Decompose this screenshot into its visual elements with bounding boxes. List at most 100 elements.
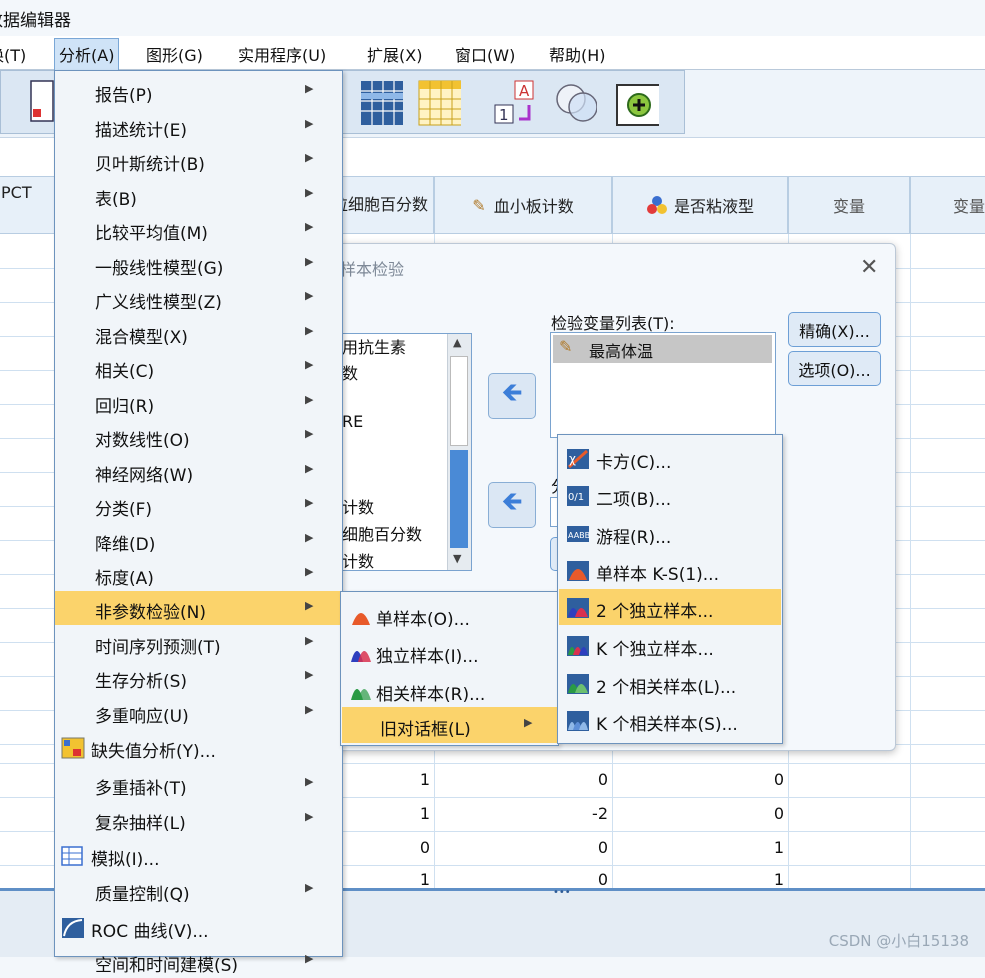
value-labels-icon[interactable]: A 1 <box>493 79 537 127</box>
menu-item-mixed-models[interactable]: 混合模型(X) ▶ <box>55 316 341 350</box>
move-to-test-list-button[interactable]: 🡸 <box>488 373 536 419</box>
menu-analyze[interactable]: 分析(A) <box>54 38 120 72</box>
menu-item-simulation[interactable]: 模拟(I)... <box>55 838 341 872</box>
source-variable-item[interactable]: 用抗生素 <box>342 334 406 358</box>
menu-item-survival[interactable]: 生存分析(S) ▶ <box>55 660 341 694</box>
data-cell[interactable]: 0 <box>510 838 608 857</box>
add-extension-icon[interactable] <box>615 83 659 131</box>
menu-item-loglinear[interactable]: 对数线性(O) ▶ <box>55 419 341 453</box>
column-header[interactable]: ✎ 血小板计数 <box>434 176 612 234</box>
source-variable-item[interactable]: RE <box>342 412 363 431</box>
menu-item-regression[interactable]: 回归(R) ▶ <box>55 385 341 419</box>
scroll-track-fill <box>450 450 468 548</box>
menu-item-generalized-linear[interactable]: 广义线性模型(Z) ▶ <box>55 281 341 315</box>
close-icon[interactable]: ✕ <box>860 255 878 280</box>
menu-item-quality-control[interactable]: 质量控制(Q) ▶ <box>55 873 341 907</box>
menu-item-multiple-imputation[interactable]: 多重插补(T) ▶ <box>55 767 341 801</box>
menu-item-k-related-samples[interactable]: K 个相关样本(S)... <box>559 702 781 738</box>
menu-item-compare-means[interactable]: 比较平均值(M) ▶ <box>55 212 341 246</box>
menu-help[interactable]: 帮助(H) <box>549 42 606 66</box>
options-button[interactable]: 选项(O)... <box>788 351 881 386</box>
menu-item-glm[interactable]: 一般线性模型(G) ▶ <box>55 247 341 281</box>
menu-item-label: 复杂抽样(L) <box>95 814 186 834</box>
column-header[interactable]: 是否粘液型 <box>612 176 788 234</box>
data-cell[interactable]: 0 <box>690 804 784 823</box>
data-cell[interactable]: 1 <box>340 870 430 889</box>
menu-item-label: K 个独立样本... <box>596 640 714 660</box>
one-sample-icon <box>352 613 370 625</box>
menu-item-multiple-response[interactable]: 多重响应(U) ▶ <box>55 695 341 729</box>
column-header[interactable]: 变量 <box>788 176 910 234</box>
data-cell[interactable]: 1 <box>340 770 430 789</box>
menu-item-forecasting[interactable]: 时间序列预测(T) ▶ <box>55 626 341 660</box>
splitter-handle[interactable]: ••• <box>553 887 571 898</box>
menu-item-related-samples[interactable]: 相关样本(R)... <box>342 672 557 708</box>
menu-item-spatial-temporal[interactable]: 空间和时间建模(S) ▶ <box>55 944 341 978</box>
column-header[interactable]: 变量 <box>910 176 985 234</box>
window-title: 数据编辑器 <box>0 0 985 36</box>
menu-item-label: 独立样本(I)... <box>376 647 479 667</box>
menu-item-label: 模拟(I)... <box>91 850 160 870</box>
insert-variable-icon[interactable] <box>417 79 461 127</box>
scroll-down-icon[interactable]: ▼ <box>453 552 461 565</box>
menu-item-chi-square[interactable]: χ 卡方(C)... <box>559 440 781 476</box>
menu-item-classify[interactable]: 分类(F) ▶ <box>55 488 341 522</box>
menu-item-k-independent-samples[interactable]: K 个独立样本... <box>559 627 781 663</box>
source-variable-item[interactable]: 数 <box>342 360 358 384</box>
menu-bar: 换(T) 分析(A) 图形(G) 实用程序(U) 扩展(X) 窗口(W) 帮助(… <box>0 36 985 72</box>
watermark: CSDN @小白15138 <box>828 932 969 950</box>
menu-graphs[interactable]: 图形(G) <box>146 42 203 66</box>
source-variable-item[interactable]: 计数 <box>342 494 374 518</box>
menu-item-roc-curve[interactable]: ROC 曲线(V)... <box>55 910 341 944</box>
menu-item-dimension-reduction[interactable]: 降维(D) ▶ <box>55 523 341 557</box>
menu-item-nonparametric[interactable]: 非参数检验(N) ▶ <box>55 591 341 625</box>
data-cell[interactable]: 1 <box>690 870 784 889</box>
use-variable-sets-icon[interactable] <box>553 79 597 127</box>
menu-item-correlate[interactable]: 相关(C) ▶ <box>55 350 341 384</box>
menu-extensions[interactable]: 扩展(X) <box>367 42 422 66</box>
menu-item-label: 报告(P) <box>95 86 153 106</box>
menu-window[interactable]: 窗口(W) <box>455 42 515 66</box>
data-cell[interactable]: 1 <box>690 838 784 857</box>
menu-item-bayesian[interactable]: 贝叶斯统计(B) ▶ <box>55 143 341 177</box>
menu-item-complex-samples[interactable]: 复杂抽样(L) ▶ <box>55 802 341 836</box>
data-cell[interactable]: 0 <box>510 770 608 789</box>
scroll-up-icon[interactable]: ▲ <box>453 336 461 349</box>
menu-item-label: 一般线性模型(G) <box>95 259 224 279</box>
menu-utilities[interactable]: 实用程序(U) <box>238 42 326 66</box>
menu-item-independent-samples[interactable]: 独立样本(I)... <box>342 634 557 670</box>
menu-item-two-related-samples[interactable]: 2 个相关样本(L)... <box>559 665 781 701</box>
svg-text:χ: χ <box>569 452 576 466</box>
menu-item-reports[interactable]: 报告(P) ▶ <box>55 74 341 108</box>
menu-item-binomial[interactable]: 0/1 二项(B)... <box>559 477 781 513</box>
column-header-label: 变量 <box>832 197 865 216</box>
menu-item-scale[interactable]: 标度(A) ▶ <box>55 557 341 591</box>
column-header-label: PCT <box>1 183 32 202</box>
source-variable-item[interactable]: 细胞百分数 <box>342 521 422 545</box>
menu-item-descriptive[interactable]: 描述统计(E) ▶ <box>55 109 341 143</box>
source-variable-item[interactable]: 计数 <box>342 548 374 572</box>
svg-text:1: 1 <box>499 106 509 124</box>
data-cell[interactable]: 1 <box>340 804 430 823</box>
data-cell[interactable]: -2 <box>510 804 608 823</box>
column-header-label: 血小板计数 <box>493 197 574 216</box>
runs-icon: AABB <box>567 526 590 542</box>
data-cell[interactable]: 0 <box>690 770 784 789</box>
scrollbar[interactable]: ▲ ▼ <box>447 334 471 570</box>
menu-item-runs[interactable]: AABB 游程(R)... <box>559 515 781 551</box>
menu-item-one-sample-ks[interactable]: 单样本 K-S(1)... <box>559 552 781 588</box>
menu-item-tables[interactable]: 表(B) ▶ <box>55 178 341 212</box>
move-to-grouping-button[interactable]: 🡸 <box>488 482 536 528</box>
menu-item-neural-networks[interactable]: 神经网络(W) ▶ <box>55 454 341 488</box>
menu-item-legacy-dialogs[interactable]: 旧对话框(L) ▶ <box>342 707 557 743</box>
data-cell[interactable]: 0 <box>340 838 430 857</box>
column-header[interactable]: PCT <box>0 176 56 234</box>
insert-cases-icon[interactable] <box>359 79 403 127</box>
menu-transform[interactable]: 换(T) <box>0 42 26 66</box>
menu-item-missing-value-analysis[interactable]: 缺失值分析(Y)... <box>55 730 341 764</box>
test-variable-item[interactable]: ✎ 最高体温 <box>553 335 772 363</box>
exact-button[interactable]: 精确(X)... <box>788 312 881 347</box>
menu-item-two-independent-samples[interactable]: 2 个独立样本... <box>559 589 781 625</box>
scroll-thumb[interactable] <box>450 356 468 446</box>
menu-item-one-sample[interactable]: 单样本(O)... <box>342 597 557 633</box>
